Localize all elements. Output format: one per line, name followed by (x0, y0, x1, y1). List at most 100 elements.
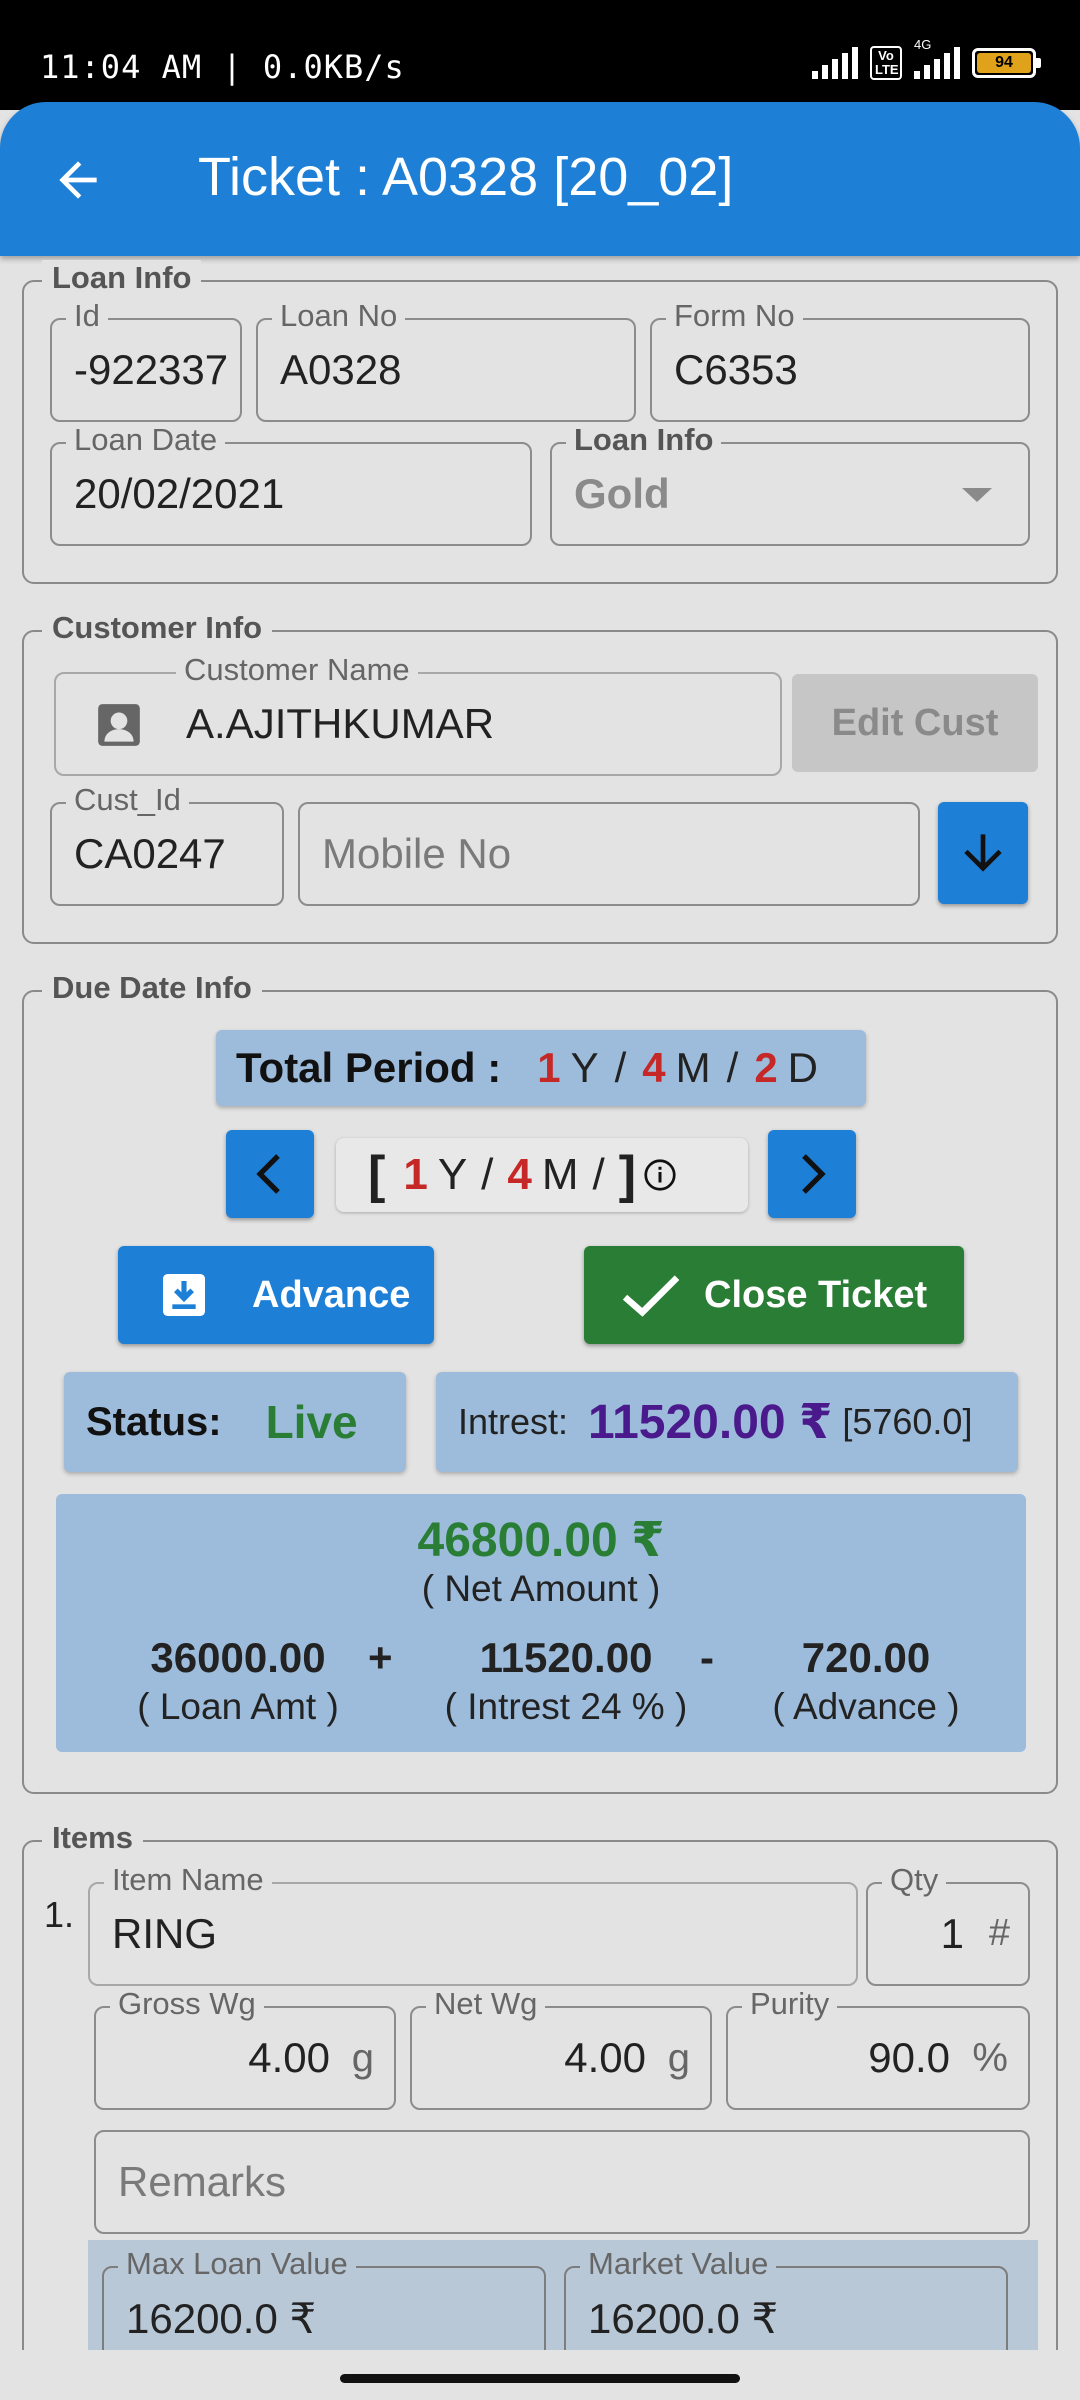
qty-field[interactable]: Qty 1 # (866, 1862, 1030, 1986)
purity-unit: % (972, 2036, 1008, 2080)
net-weight-value: 4.00 (564, 2034, 646, 2081)
interest-amount: 11520.00 (479, 1634, 653, 1681)
gross-weight-unit: g (351, 2036, 374, 2080)
expand-customer-button[interactable] (938, 802, 1028, 904)
loan-date-field[interactable]: Loan Date 20/02/2021 (50, 422, 532, 546)
page-title: Ticket : A0328 [20_02] (198, 147, 734, 207)
selector-sep: / (592, 1150, 605, 1199)
field-label: Max Loan Value (118, 2246, 356, 2282)
period-sep: / (614, 1044, 627, 1091)
section-legend: Due Date Info (42, 970, 262, 1006)
arrow-left-icon[interactable] (50, 152, 106, 208)
status-chip: Status: Live (64, 1372, 406, 1472)
field-value: A0328 (280, 346, 402, 393)
form-no-field[interactable]: Form No C6353 (650, 298, 1030, 422)
info-icon[interactable] (642, 1157, 678, 1193)
signal-4g-icon: 4G (914, 37, 960, 79)
plus-sign: + (368, 1634, 393, 1681)
close-ticket-label: Close Ticket (704, 1273, 928, 1316)
customer-name-field[interactable]: Customer Name A.AJITHKUMAR (54, 652, 782, 776)
loan-amount: 36000.00 (150, 1634, 326, 1681)
selector-sep: / (481, 1150, 494, 1199)
chevron-left-icon (256, 1154, 280, 1194)
qty-value: 1 (940, 1910, 964, 1957)
field-label: Purity (742, 1986, 838, 2022)
field-value: 16200.0 ₹ (588, 2295, 779, 2342)
battery-icon: 94 (972, 48, 1041, 78)
total-period-label: Total Period : (236, 1044, 502, 1091)
input-placeholder: Mobile No (322, 830, 512, 877)
status-label: Status: (86, 1399, 222, 1444)
battery-level: 94 (977, 53, 1031, 73)
loan-amount-caption: ( Loan Amt ) (137, 1686, 339, 1727)
net-weight-unit: g (667, 2036, 690, 2080)
status-time: 11:04 AM | 0.0KB/s (40, 48, 405, 86)
field-label: Form No (666, 298, 803, 334)
field-label: Id (66, 298, 108, 334)
chevron-right-icon (802, 1154, 826, 1194)
cust-id-field[interactable]: Cust_Id CA0247 (50, 782, 284, 906)
edit-cust-button[interactable]: Edit Cust (792, 674, 1038, 772)
selector-years: 1 (403, 1150, 428, 1199)
network-type: 4G (914, 37, 932, 52)
advance-button-label: Advance (252, 1273, 411, 1316)
field-label: Customer Name (176, 652, 418, 688)
section-legend: Loan Info (42, 260, 202, 296)
period-months-unit: M (675, 1044, 711, 1091)
period-selector[interactable]: [ 1 Y / 4 M / ] (336, 1138, 748, 1212)
total-period-chip: Total Period : 1 Y / 4 M / 2 D (216, 1030, 866, 1106)
advance-amount: 720.00 (801, 1634, 931, 1681)
field-label: Qty (882, 1862, 947, 1898)
field-value: 20/02/2021 (74, 470, 285, 517)
field-label: Net Wg (426, 1986, 546, 2022)
items-section: Items 1. Item Name RING Qty 1 # Gross Wg… (22, 1820, 1058, 2400)
id-field[interactable]: Id -922337 (50, 298, 242, 422)
gross-weight-field[interactable]: Gross Wg 4.00 g (94, 1986, 396, 2110)
period-years-unit: Y (570, 1044, 599, 1091)
contact-card-icon (98, 704, 140, 746)
field-label: Item Name (104, 1862, 272, 1898)
period-days: 2 (754, 1044, 778, 1091)
net-amount-caption: ( Net Amount ) (421, 1568, 661, 1609)
field-label: Loan Info (566, 422, 722, 458)
close-ticket-button[interactable]: Close Ticket (584, 1246, 964, 1344)
field-label: Cust_Id (66, 782, 189, 818)
field-value: Gold (574, 470, 670, 517)
field-value: A.AJITHKUMAR (186, 700, 495, 747)
net-amount: 46800.00 ₹ (417, 1514, 665, 1567)
field-label: Loan No (272, 298, 406, 334)
item-name-field[interactable]: Item Name RING (88, 1862, 858, 1986)
selector-months: 4 (507, 1150, 532, 1199)
period-prev-button[interactable] (226, 1130, 314, 1218)
home-indicator[interactable] (340, 2374, 740, 2383)
net-weight-field[interactable]: Net Wg 4.00 g (410, 1986, 712, 2110)
signal-icon (812, 47, 858, 79)
volte-icon: Vo LTE (870, 46, 902, 80)
period-sep: / (726, 1044, 739, 1091)
field-label: Loan Date (66, 422, 226, 458)
mobile-no-input[interactable]: Mobile No (298, 802, 920, 906)
loan-no-field[interactable]: Loan No A0328 (256, 298, 636, 422)
section-legend: Items (42, 1820, 143, 1856)
section-legend: Customer Info (42, 610, 273, 646)
field-value: 16200.0 ₹ (126, 2295, 317, 2342)
amount-summary-card: 46800.00 ₹ ( Net Amount ) 36000.00 ( Loa… (56, 1494, 1026, 1752)
advance-button[interactable]: Advance (118, 1246, 434, 1344)
selector-months-unit: M (541, 1150, 579, 1199)
qty-unit: # (988, 1912, 1010, 1954)
due-date-info-section: Due Date Info Total Period : 1 Y / 4 M /… (22, 970, 1058, 1794)
loan-info-section: Loan Info Id -922337 Loan No A0328 Form … (22, 260, 1058, 584)
period-next-button[interactable] (768, 1130, 856, 1218)
remarks-input[interactable]: Remarks (94, 2130, 1030, 2234)
loan-type-dropdown[interactable]: Loan Info Gold (550, 422, 1030, 546)
selector-years-unit: Y (437, 1150, 468, 1199)
status-icons: Vo LTE 4G 94 (812, 37, 1041, 80)
field-label: Gross Wg (110, 1986, 264, 2022)
dropdown-arrow-icon (962, 488, 992, 502)
field-value: C6353 (674, 346, 798, 393)
item-index: 1. (44, 1894, 75, 1935)
selector-close-bracket: ] (618, 1146, 637, 1204)
minus-sign: - (700, 1634, 714, 1681)
purity-field[interactable]: Purity 90.0 % (726, 1986, 1030, 2110)
status-value: Live (265, 1396, 358, 1448)
